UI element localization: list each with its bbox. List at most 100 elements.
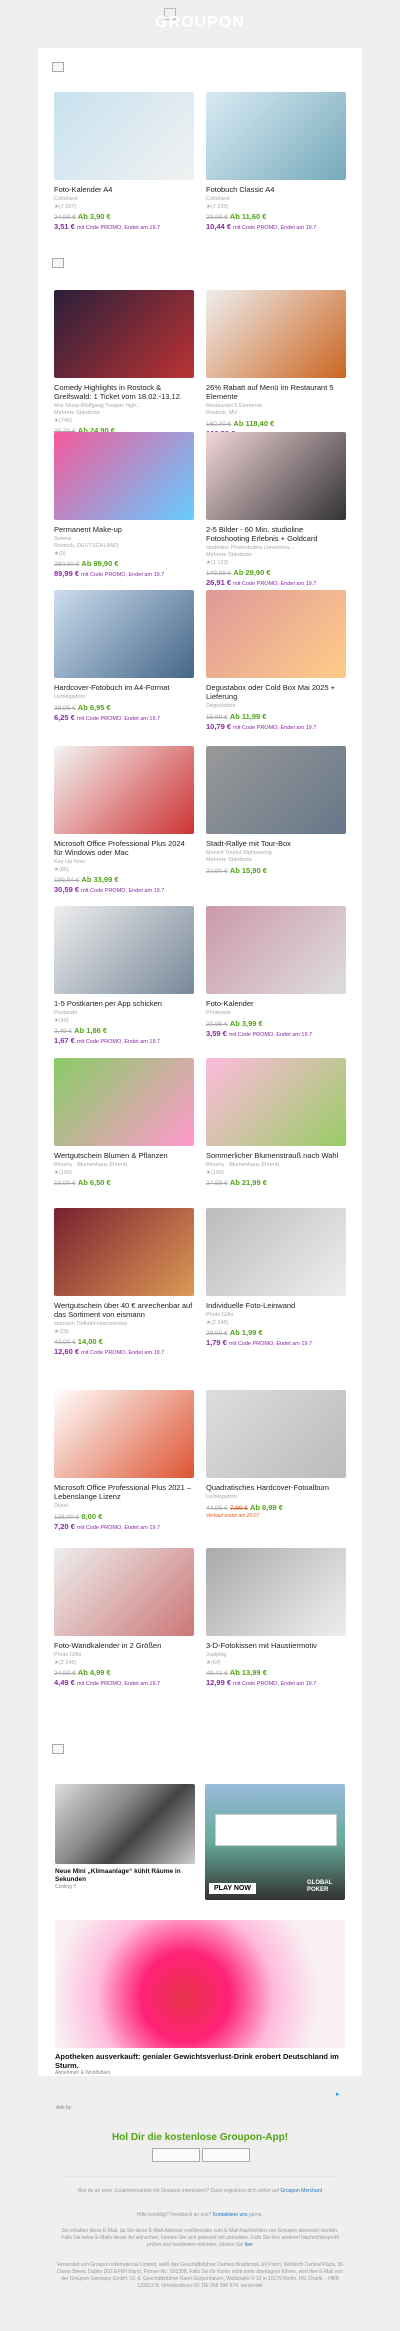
deal-title[interactable]: 1-5 Postkarten per App schicken: [54, 999, 194, 1008]
deal-title[interactable]: 2-5 Bilder - 60 Min. studioline Fotoshoo…: [206, 525, 346, 543]
deal-card[interactable]: Wertgutschein Blumen & Pflanzen Bloomy -…: [54, 1058, 194, 1188]
deal-title[interactable]: Individuelle Foto-Leinwand: [206, 1301, 346, 1310]
deal-card[interactable]: Stadt-Rallye mit Tour-Box Munich Tourist…: [206, 746, 346, 876]
deal-merchant: Selena Rostock, DEUTSCHLAND: [54, 536, 119, 549]
deal-image[interactable]: [206, 1390, 346, 1478]
deal-image[interactable]: [206, 906, 346, 994]
app-promo-title: Hol Dir die kostenlose Groupon-App!: [111, 2132, 289, 2143]
deal-title[interactable]: Fotobuch Classic A4: [206, 185, 346, 194]
groupon-logo[interactable]: GROUPON: [0, 14, 400, 32]
deal-rating: ★(86): [54, 867, 69, 873]
deal-card[interactable]: Hardcover-Fotobuch im A4-Format Liebling…: [54, 590, 194, 724]
deal-title[interactable]: Hardcover-Fotobuch im A4-Format: [54, 683, 194, 692]
deal-image[interactable]: [206, 1548, 346, 1636]
deal-image[interactable]: [206, 1208, 346, 1296]
deal-title[interactable]: 3-D-Fotokissen mit Haustiermotiv: [206, 1641, 346, 1650]
ad-source: Cooling Y: [55, 1884, 77, 1890]
deal-title[interactable]: Microsoft Office Professional Plus 2024 …: [54, 839, 194, 857]
play-now-button[interactable]: PLAY NOW: [209, 1883, 256, 1894]
deal-card[interactable]: Quadratisches Hardcover-Fotoalbum Liebli…: [206, 1390, 346, 1519]
deal-price: 15,99 € Ab 11,99 €: [206, 712, 346, 722]
deal-image[interactable]: [206, 590, 346, 678]
old-price: 49,41 €: [206, 1670, 228, 1677]
deal-merchant: Key-Up Now: [54, 859, 85, 865]
old-price: 189,94 €: [54, 877, 80, 884]
deal-card[interactable]: Foto-Kalender A4 Colorland ★(7 207) 24,9…: [54, 92, 194, 233]
deal-image[interactable]: [54, 746, 194, 834]
deal-rating: ★(64): [206, 1660, 221, 1666]
deal-title[interactable]: Permanent Make-up: [54, 525, 194, 534]
contact-link[interactable]: Kontaktiere uns: [213, 2212, 248, 2218]
deal-image[interactable]: [206, 290, 346, 378]
deal-title[interactable]: Wertgutschein Blumen & Pflanzen: [54, 1151, 194, 1160]
ad-title[interactable]: Neue Mini „Klimaanlage“ kühlt Räume in S…: [55, 1868, 195, 1884]
banner-image-icon: [52, 258, 64, 268]
deal-title[interactable]: Foto-Kalender A4: [54, 185, 194, 194]
deal-image[interactable]: [54, 1548, 194, 1636]
deal-card[interactable]: 3-D-Fotokissen mit Haustiermotiv Justphi…: [206, 1548, 346, 1689]
deal-image[interactable]: [206, 92, 346, 180]
adchoices-icon[interactable]: ▸: [336, 2091, 342, 2098]
deal-price: 27,58 € Ab 21,99 €: [206, 1178, 346, 1188]
old-price: 29,99 €: [206, 214, 228, 221]
deal-title[interactable]: Sommerlicher Blumenstrauß nach Wahl: [206, 1151, 346, 1160]
old-price: 39,95 €: [54, 705, 76, 712]
deal-title[interactable]: Degustabox oder Cold Box Mai 2025 + Lief…: [206, 683, 346, 701]
deal-image[interactable]: [206, 432, 346, 520]
deal-image[interactable]: [54, 432, 194, 520]
old-price: 149,98 €: [206, 570, 232, 577]
deal-title[interactable]: Foto-Kalender: [206, 999, 346, 1008]
deal-image[interactable]: [54, 290, 194, 378]
promo-price: 30,59 € mit Code PROMO, Endet am 19.7: [54, 885, 165, 894]
deal-card[interactable]: Permanent Make-up Selena Rostock, DEUTSC…: [54, 432, 194, 580]
deal-title[interactable]: Comedy Highlights in Rostock & Greifswal…: [54, 383, 194, 401]
deal-image[interactable]: [54, 92, 194, 180]
old-price: 20,95 €: [206, 1021, 228, 1028]
deal-title[interactable]: 26% Rabatt auf Menü im Restaurant 5 Elem…: [206, 383, 346, 401]
deal-image[interactable]: [54, 1390, 194, 1478]
deal-merchant: Postando: [54, 1010, 78, 1016]
deal-title[interactable]: Stadt-Rallye mit Tour-Box: [206, 839, 346, 848]
merchant-link[interactable]: Groupon Merchant: [280, 2188, 322, 2194]
ad-title[interactable]: Apotheken ausverkauft: genialer Gewichts…: [55, 2052, 345, 2070]
current-price: 8,00 €: [81, 1512, 103, 1521]
ad-left[interactable]: Neue Mini „Klimaanlage“ kühlt Räume in S…: [55, 1784, 195, 1904]
deal-card[interactable]: Wertgutschein über 40 € anrechenbar auf …: [54, 1208, 194, 1358]
deal-card[interactable]: Foto-Wandkalender in 2 Größen Photo Gift…: [54, 1548, 194, 1689]
deal-card[interactable]: Sommerlicher Blumenstrauß nach Wahl Bloo…: [206, 1058, 346, 1188]
deal-card[interactable]: 2-5 Bilder - 60 Min. studioline Fotoshoo…: [206, 432, 346, 589]
deal-title[interactable]: Foto-Wandkalender in 2 Größen: [54, 1641, 194, 1650]
deal-card[interactable]: Microsoft Office Professional Plus 2024 …: [54, 746, 194, 896]
deal-image[interactable]: [54, 590, 194, 678]
deal-image[interactable]: [54, 1208, 194, 1296]
deal-card[interactable]: Degustabox oder Cold Box Mai 2025 + Lief…: [206, 590, 346, 733]
unsubscribe-link[interactable]: hier: [245, 2242, 253, 2248]
deal-card[interactable]: Fotobuch Classic A4 Colorland ★(7 220) 2…: [206, 92, 346, 233]
old-price: 29,90 €: [206, 1330, 228, 1337]
deal-merchant: Colorland: [206, 196, 230, 202]
deal-card[interactable]: Individuelle Foto-Leinwand Photo Gifts ★…: [206, 1208, 346, 1349]
ad-big[interactable]: Apotheken ausverkauft: genialer Gewichts…: [55, 1920, 345, 2076]
deal-title[interactable]: Quadratisches Hardcover-Fotoalbum: [206, 1483, 346, 1492]
deal-card[interactable]: 26% Rabatt auf Menü im Restaurant 5 Elem…: [206, 290, 346, 440]
deal-image[interactable]: [54, 1058, 194, 1146]
promo-price: 89,99 € mit Code PROMO, Endet am 19.7: [54, 569, 165, 578]
promo-price: 3,51 € mit Code PROMO, Endet am 19.7: [54, 222, 161, 231]
deal-merchant: Printeeple: [206, 1010, 231, 1016]
deal-image[interactable]: [206, 1058, 346, 1146]
deal-title[interactable]: Microsoft Office Professional Plus 2021 …: [54, 1483, 194, 1501]
deal-card[interactable]: Foto-Kalender Printeeple 20,95 € Ab 3,99…: [206, 906, 346, 1040]
deal-card[interactable]: Microsoft Office Professional Plus 2021 …: [54, 1390, 194, 1533]
deal-image[interactable]: [54, 906, 194, 994]
deal-price: 13,00 € Ab 6,50 €: [54, 1178, 194, 1188]
app-store-icon[interactable]: [152, 2148, 200, 2162]
deal-title[interactable]: Wertgutschein über 40 € anrechenbar auf …: [54, 1301, 194, 1319]
deal-merchant: Justphig: [206, 1652, 227, 1658]
deal-card[interactable]: 1-5 Postkarten per App schicken Postando…: [54, 906, 194, 1047]
google-play-icon[interactable]: [202, 2148, 250, 2162]
old-price: 136,00 €: [54, 1514, 80, 1521]
deal-image[interactable]: [206, 746, 346, 834]
ad-right[interactable]: PLAY NOW GLOBAL POKER: [205, 1784, 345, 1904]
deal-card[interactable]: Comedy Highlights in Rostock & Greifswal…: [54, 290, 194, 436]
deal-rating: ★(9): [54, 551, 66, 557]
